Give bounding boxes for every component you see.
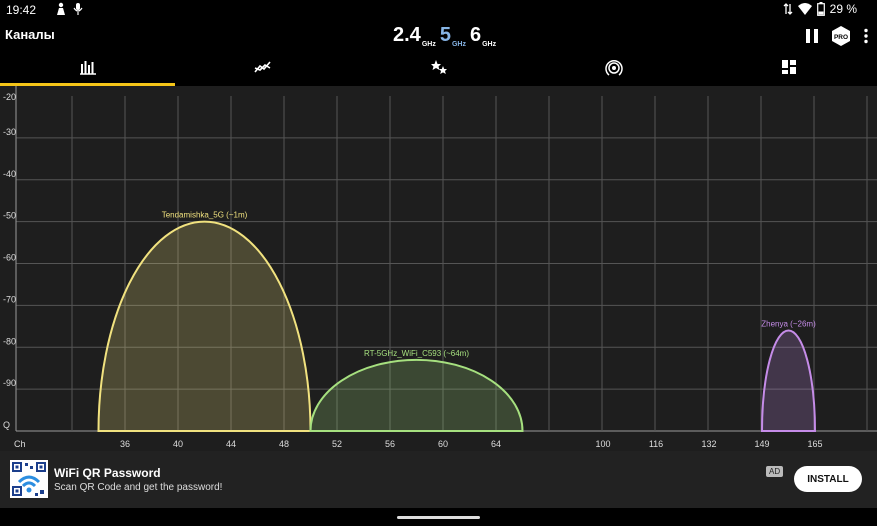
more-vert-icon[interactable]	[863, 28, 869, 44]
x-tick-label: 56	[385, 439, 395, 449]
band-unit: GHz	[482, 41, 497, 48]
y-tick-label: -20	[3, 92, 16, 102]
x-tick-label: 60	[438, 439, 448, 449]
x-tick-label: 132	[701, 439, 716, 449]
band-value: 6	[469, 24, 482, 46]
person-icon	[57, 2, 65, 15]
band-value: 5	[439, 24, 451, 46]
ad-title: WiFi QR Password	[54, 466, 161, 480]
tab-time-graph[interactable]	[175, 58, 350, 86]
signal-curve	[760, 329, 817, 432]
y-tick-label: -90	[3, 378, 16, 388]
wifi-icon	[797, 3, 812, 15]
band-selector: 2.4 GHz 5 GHz 6 GHz	[393, 24, 497, 48]
channel-graph: -20 -30 -40 -50 -60 -70 -80 -90 Q Ch 36 40 44 48 52 56 6…	[0, 86, 877, 451]
page-title: Каналы	[5, 27, 55, 42]
pro-icon[interactable]: PRO	[831, 25, 851, 47]
channel-rating-icon	[430, 60, 447, 74]
tab-channel-rating[interactable]	[351, 58, 526, 86]
channel-chart: -20 -30 -40 -50 -60 -70 -80 -90 Q Ch 36 40 44 48 52 56 6…	[3, 86, 877, 449]
pro-label: PRO	[834, 34, 848, 41]
status-bar: 19:42 29 %	[0, 0, 877, 20]
network-label: Zhenya (~26m)	[761, 320, 816, 329]
y-tick-label: -60	[3, 253, 16, 263]
network-label: RT-5GHz_WiFi_C593 (~64m)	[364, 349, 469, 358]
x-tick-label: 36	[120, 439, 130, 449]
band-value: 2.4	[393, 24, 421, 46]
microphone-icon	[73, 3, 83, 15]
access-points-icon	[605, 60, 623, 76]
x-tick-label: 52	[332, 439, 342, 449]
tab-access-points[interactable]	[526, 58, 701, 86]
ad-badge: AD	[766, 466, 784, 477]
network-label: Tendamishka_5G (~1m)	[162, 211, 248, 220]
y-tick-label: -70	[3, 294, 16, 304]
y-tick-label: Q	[3, 420, 10, 430]
navigation-bar	[0, 508, 877, 526]
battery-icon	[816, 2, 825, 16]
y-tick-label: -30	[3, 127, 16, 137]
x-tick-label: 48	[279, 439, 289, 449]
tab-bar	[0, 58, 877, 86]
time-graph-icon	[254, 61, 271, 73]
y-tick-label: -80	[3, 336, 16, 346]
x-tick-label: 40	[173, 439, 183, 449]
y-tick-label: -40	[3, 169, 16, 179]
x-tick-label: 64	[491, 439, 501, 449]
y-tick-label: -50	[3, 211, 16, 221]
band-2-4ghz-button[interactable]: 2.4 GHz	[393, 24, 436, 48]
qr-wifi-app-icon	[10, 460, 48, 498]
tab-dashboard[interactable]	[702, 58, 877, 86]
x-tick-label: 165	[807, 439, 822, 449]
status-time: 19:42	[6, 3, 37, 17]
band-unit: GHz	[421, 41, 436, 48]
data-arrows-icon	[783, 3, 793, 15]
ad-banner[interactable]: WiFi QR Password Scan QR Code and get th…	[0, 451, 877, 508]
x-axis-label: Ch	[14, 439, 26, 449]
x-tick-label: 116	[649, 439, 663, 449]
band-5ghz-button[interactable]: 5 GHz	[439, 24, 466, 48]
battery-level: 29 %	[829, 2, 857, 16]
signal-curve	[97, 220, 312, 432]
dashboard-icon	[782, 60, 797, 74]
app-toolbar: Каналы 2.4 GHz 5 GHz 6 GHz PRO	[0, 20, 877, 58]
signal-curve	[309, 358, 524, 432]
x-tick-label: 44	[226, 439, 236, 449]
band-unit: GHz	[451, 41, 466, 48]
tab-channel-graph[interactable]	[0, 58, 176, 86]
x-tick-label: 100	[595, 439, 610, 449]
ad-description: Scan QR Code and get the password!	[54, 482, 223, 493]
channel-graph-icon	[79, 61, 96, 75]
gesture-handle[interactable]	[397, 516, 480, 519]
x-tick-label: 149	[754, 439, 769, 449]
install-button[interactable]: INSTALL	[794, 466, 862, 492]
band-6ghz-button[interactable]: 6 GHz	[469, 24, 497, 48]
pause-icon[interactable]	[805, 28, 819, 44]
